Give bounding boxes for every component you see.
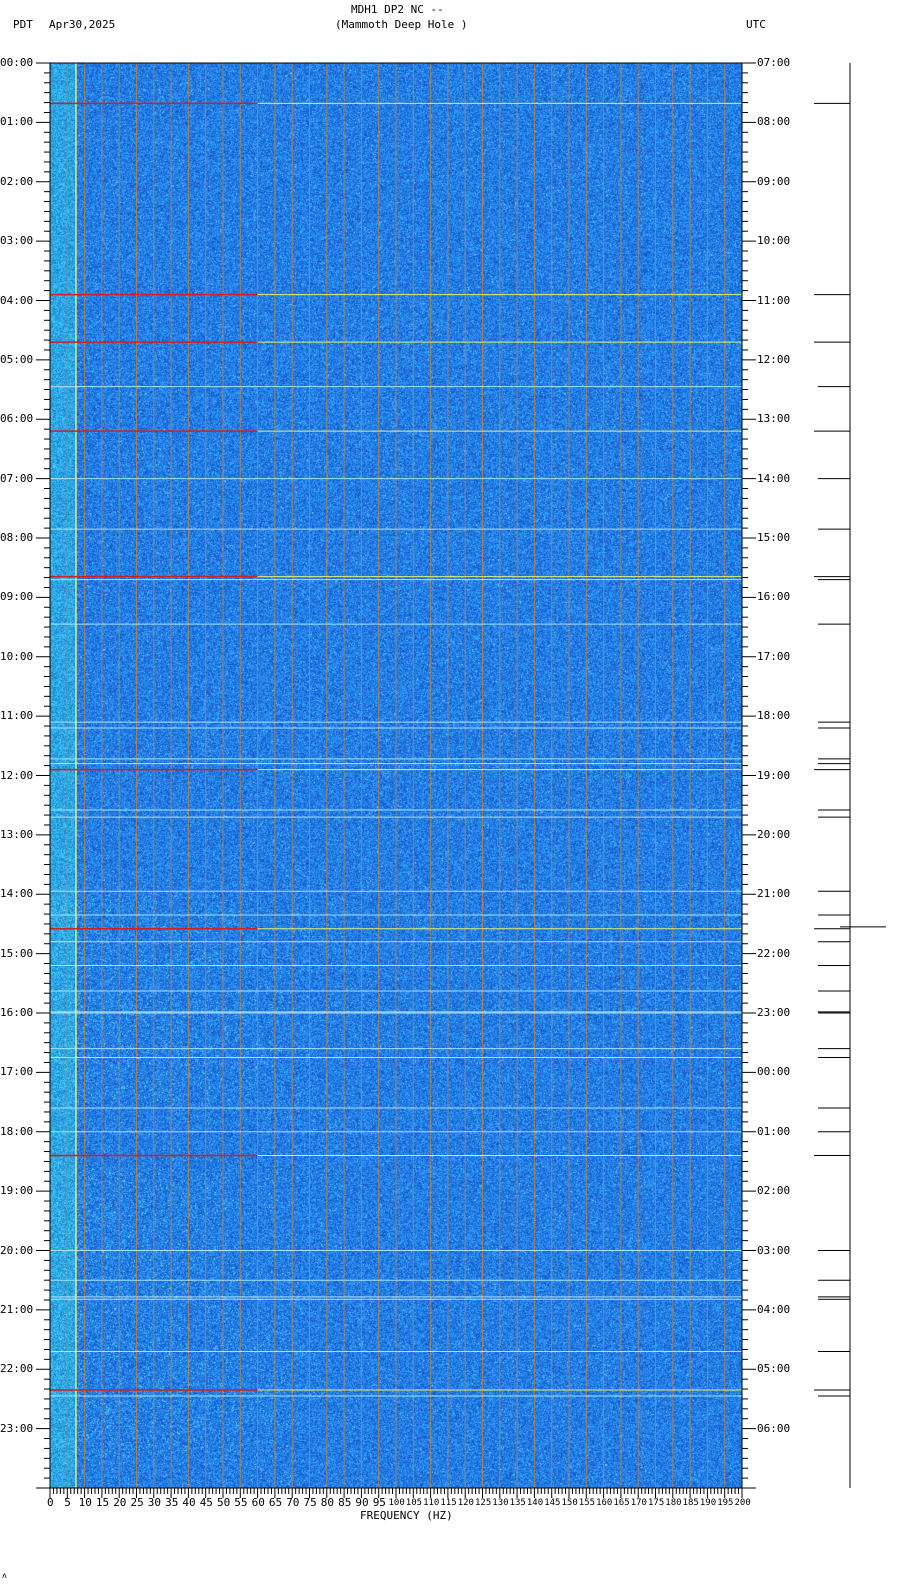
y-tick-label-left: 12:00 — [0, 770, 33, 782]
y-tick-label-right: 09:00 — [757, 176, 790, 188]
x-tick-label: 160 — [596, 1497, 612, 1509]
x-tick-label: 125 — [475, 1497, 491, 1509]
y-tick-label-left: 02:00 — [0, 176, 33, 188]
y-tick-label-right: 08:00 — [757, 116, 790, 128]
x-tick-label: 185 — [683, 1497, 699, 1509]
x-tick-label: 55 — [234, 1497, 247, 1509]
y-tick-label-right: 03:00 — [757, 1245, 790, 1257]
y-tick-label-left: 17:00 — [0, 1066, 33, 1078]
x-tick-label: 195 — [717, 1497, 733, 1509]
x-tick-label: 30 — [148, 1497, 161, 1509]
x-tick-label: 10 — [79, 1497, 92, 1509]
x-tick-label: 145 — [544, 1497, 560, 1509]
x-tick-label: 140 — [527, 1497, 543, 1509]
y-tick-label-left: 23:00 — [0, 1423, 33, 1435]
y-tick-label-right: 18:00 — [757, 710, 790, 722]
x-tick-label: 25 — [131, 1497, 144, 1509]
y-tick-label-left: 15:00 — [0, 948, 33, 960]
x-tick-label: 40 — [182, 1497, 195, 1509]
x-tick-label: 65 — [269, 1497, 282, 1509]
x-axis-label: FREQUENCY (HZ) — [360, 1510, 453, 1522]
y-tick-label-left: 03:00 — [0, 235, 33, 247]
x-tick-label: 200 — [735, 1497, 751, 1509]
x-tick-label: 150 — [562, 1497, 578, 1509]
y-tick-label-right: 15:00 — [757, 532, 790, 544]
y-tick-label-right: 20:00 — [757, 829, 790, 841]
y-tick-label-right: 07:00 — [757, 57, 790, 69]
x-tick-label: 5 — [64, 1497, 71, 1509]
y-tick-label-left: 16:00 — [0, 1007, 33, 1019]
y-tick-label-right: 05:00 — [757, 1363, 790, 1375]
x-tick-label: 180 — [665, 1497, 681, 1509]
y-tick-label-right: 22:00 — [757, 948, 790, 960]
x-tick-label: 175 — [648, 1497, 664, 1509]
y-tick-label-right: 14:00 — [757, 473, 790, 485]
y-tick-label-left: 22:00 — [0, 1363, 33, 1375]
x-tick-label: 120 — [458, 1497, 474, 1509]
footer-mark: ʌ — [2, 1570, 7, 1582]
y-tick-label-left: 00:00 — [0, 57, 33, 69]
y-tick-label-right: 13:00 — [757, 413, 790, 425]
y-tick-label-right: 10:00 — [757, 235, 790, 247]
y-tick-label-left: 06:00 — [0, 413, 33, 425]
y-tick-label-left: 09:00 — [0, 591, 33, 603]
y-tick-label-left: 19:00 — [0, 1185, 33, 1197]
y-tick-label-right: 01:00 — [757, 1126, 790, 1138]
y-tick-label-left: 14:00 — [0, 888, 33, 900]
x-tick-label: 80 — [321, 1497, 334, 1509]
x-tick-label: 95 — [373, 1497, 386, 1509]
y-tick-label-left: 18:00 — [0, 1126, 33, 1138]
x-tick-label: 90 — [355, 1497, 368, 1509]
y-tick-label-right: 06:00 — [757, 1423, 790, 1435]
x-tick-label: 165 — [613, 1497, 629, 1509]
x-tick-label: 115 — [440, 1497, 456, 1509]
x-tick-label: 0 — [47, 1497, 54, 1509]
x-tick-label: 155 — [579, 1497, 595, 1509]
y-tick-label-right: 12:00 — [757, 354, 790, 366]
x-tick-label: 85 — [338, 1497, 351, 1509]
x-tick-label: 105 — [406, 1497, 422, 1509]
x-tick-label: 135 — [510, 1497, 526, 1509]
y-tick-label-right: 04:00 — [757, 1304, 790, 1316]
y-tick-label-left: 10:00 — [0, 651, 33, 663]
x-tick-label: 20 — [113, 1497, 126, 1509]
y-tick-label-right: 21:00 — [757, 888, 790, 900]
y-tick-label-right: 00:00 — [757, 1066, 790, 1078]
x-tick-label: 50 — [217, 1497, 230, 1509]
y-tick-label-right: 19:00 — [757, 770, 790, 782]
x-tick-label: 100 — [389, 1497, 405, 1509]
y-tick-label-right: 23:00 — [757, 1007, 790, 1019]
x-tick-label: 75 — [304, 1497, 317, 1509]
y-tick-label-left: 08:00 — [0, 532, 33, 544]
y-tick-label-left: 07:00 — [0, 473, 33, 485]
y-tick-label-right: 16:00 — [757, 591, 790, 603]
y-tick-label-left: 05:00 — [0, 354, 33, 366]
x-tick-label: 170 — [631, 1497, 647, 1509]
y-tick-label-right: 17:00 — [757, 651, 790, 663]
x-tick-label: 110 — [423, 1497, 439, 1509]
x-tick-label: 130 — [492, 1497, 508, 1509]
y-tick-label-left: 11:00 — [0, 710, 33, 722]
spectrogram-page: MDH1 DP2 NC -- (Mammoth Deep Hole ) PDT … — [0, 0, 902, 1584]
y-tick-label-left: 21:00 — [0, 1304, 33, 1316]
y-tick-label-left: 01:00 — [0, 116, 33, 128]
x-tick-label: 60 — [252, 1497, 265, 1509]
y-tick-label-right: 02:00 — [757, 1185, 790, 1197]
x-tick-label: 190 — [700, 1497, 716, 1509]
y-tick-label-right: 11:00 — [757, 295, 790, 307]
y-tick-label-left: 04:00 — [0, 295, 33, 307]
y-tick-label-left: 13:00 — [0, 829, 33, 841]
x-tick-label: 45 — [200, 1497, 213, 1509]
x-tick-label: 70 — [286, 1497, 299, 1509]
x-tick-label: 35 — [165, 1497, 178, 1509]
x-tick-label: 15 — [96, 1497, 109, 1509]
y-tick-label-left: 20:00 — [0, 1245, 33, 1257]
